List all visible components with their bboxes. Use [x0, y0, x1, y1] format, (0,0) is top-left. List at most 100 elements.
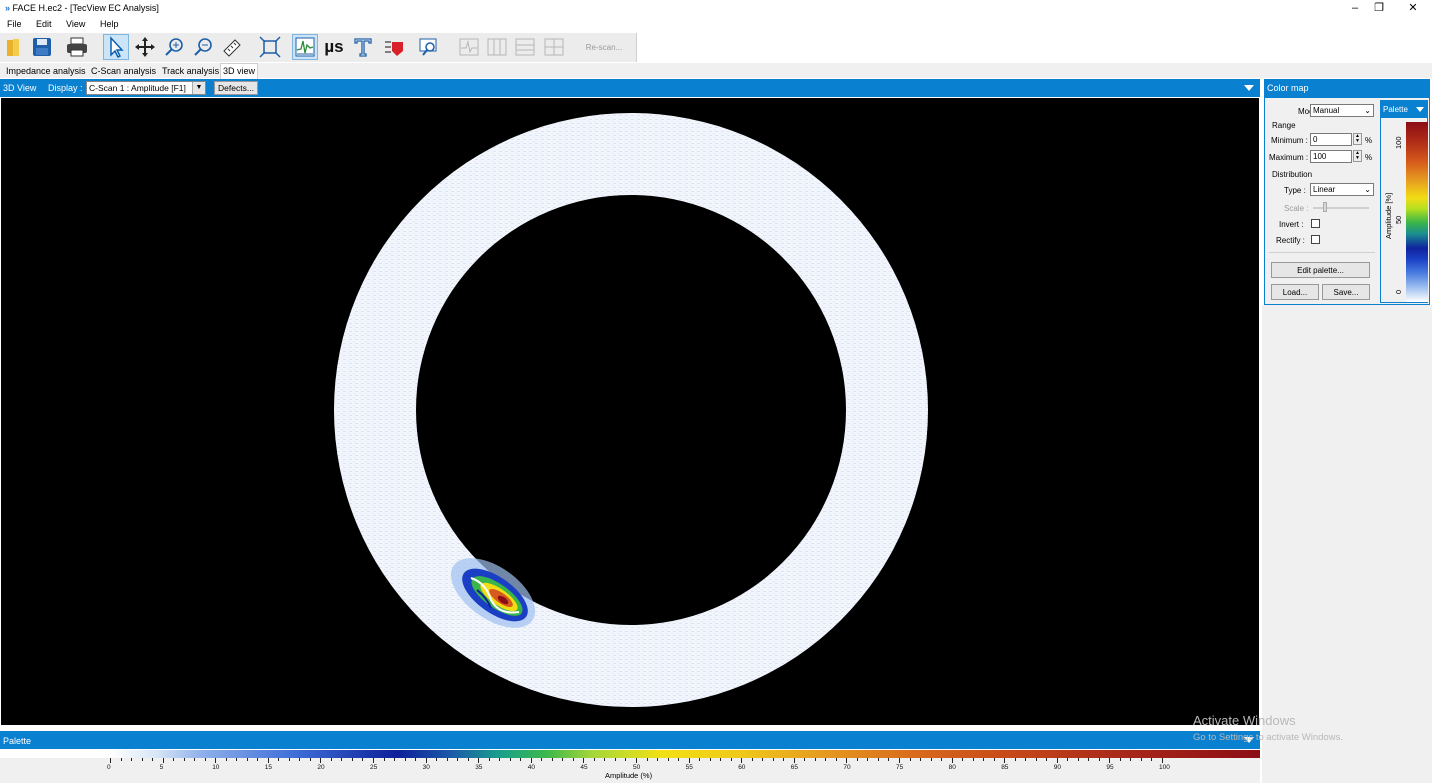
tab-track-analysis[interactable]: Track analysis: [160, 65, 221, 78]
mode-select[interactable]: Manual ⌄: [1310, 104, 1374, 117]
palette-colorbar: [1406, 122, 1428, 302]
ruler-tick: [825, 758, 827, 761]
maximum-spinner[interactable]: ▲ ▼: [1353, 150, 1362, 162]
tab-3d-view[interactable]: 3D view: [220, 63, 259, 79]
menu-view[interactable]: View: [66, 19, 85, 29]
save-disk-icon[interactable]: [29, 34, 55, 60]
type-label: Type :: [1284, 186, 1306, 195]
ruler-tick: [920, 758, 922, 761]
ruler-tick-label: 100: [1159, 764, 1170, 771]
ruler-tick: [404, 758, 406, 761]
rectify-checkbox[interactable]: [1311, 235, 1320, 244]
amplitude-axis-label: Amplitude (%): [605, 771, 653, 780]
ruler-tick-label: 5: [159, 764, 164, 771]
maximum-label: Maximum :: [1269, 153, 1309, 162]
ruler-tick: [415, 758, 417, 761]
ruler-tick: [1130, 758, 1132, 761]
ruler-tick-label: 90: [1053, 764, 1062, 771]
ruler-tick: [909, 758, 911, 761]
channel-layout-3-icon[interactable]: [512, 34, 538, 60]
view-menu-dropdown-icon[interactable]: [1244, 85, 1254, 91]
signal-chart-icon[interactable]: [292, 34, 318, 60]
scale-slider-track[interactable]: [1313, 207, 1369, 209]
ruler-tick: [814, 758, 816, 761]
defect-marker-icon[interactable]: [381, 34, 407, 60]
microseconds-units-button[interactable]: µs: [321, 34, 347, 60]
bottom-palette-title: Palette: [3, 736, 32, 746]
palette-top-label: 100: [1394, 136, 1403, 149]
zoom-in-icon[interactable]: [161, 34, 187, 60]
load-button[interactable]: Load...: [1271, 284, 1319, 300]
invert-checkbox[interactable]: [1311, 219, 1320, 228]
ruler-tick-label: 35: [475, 764, 483, 771]
ruler-tick: [962, 758, 964, 761]
ruler-tick: [1046, 758, 1048, 761]
ruler-tick: [1077, 758, 1079, 761]
save-button[interactable]: Save...: [1322, 284, 1370, 300]
chevron-down-icon: ⌄: [1364, 106, 1371, 115]
colormap-header: Color map: [1264, 79, 1430, 97]
fit-to-view-icon[interactable]: [257, 34, 283, 60]
edit-palette-button[interactable]: Edit palette...: [1271, 262, 1370, 278]
ruler-tick: [636, 758, 637, 763]
ruler-tick-label: 20: [317, 764, 325, 771]
display-label: Display :: [48, 83, 83, 93]
palette-tab[interactable]: Palette: [1381, 101, 1427, 118]
report-preview-icon[interactable]: [416, 34, 442, 60]
ruler-tick-label: 0: [107, 764, 111, 771]
ruler-tick: [520, 758, 522, 761]
close-button[interactable]: ✕: [1396, 0, 1430, 16]
ruler-tick: [625, 758, 627, 761]
restore-button[interactable]: ❐: [1362, 0, 1396, 16]
ruler-tick: [499, 758, 501, 761]
ruler-tick: [646, 758, 648, 761]
pan-move-icon[interactable]: [132, 34, 158, 60]
ruler-tick-label: 80: [948, 764, 956, 771]
ruler-tick: [1056, 758, 1058, 763]
tab-bar: Impedance analysis C-Scan analysis Track…: [0, 63, 1432, 79]
palette-strip-left: [0, 750, 110, 758]
minimum-input[interactable]: 0: [1310, 133, 1352, 146]
ruler-tick: [383, 758, 385, 761]
printer-icon[interactable]: [64, 34, 90, 60]
text-annotation-icon[interactable]: [350, 34, 376, 60]
type-select[interactable]: Linear ⌄: [1310, 183, 1374, 196]
ruler-tick: [141, 758, 143, 761]
ruler-tick: [667, 758, 669, 761]
zoom-out-icon[interactable]: [190, 34, 216, 60]
palette-dropdown-icon: [1416, 107, 1424, 112]
ruler-tick: [583, 758, 585, 763]
app-icon: »: [5, 3, 11, 13]
window-title: » FACE H.ec2 - [TecView EC Analysis]: [5, 3, 159, 13]
ruler-tick: [152, 758, 154, 761]
ruler-tick: [1067, 758, 1069, 761]
minimum-spinner[interactable]: ▲ ▼: [1353, 133, 1362, 145]
display-select[interactable]: C-Scan 1 : Amplitude [F1] ▼: [86, 81, 206, 95]
side-empty-area: [1262, 305, 1432, 783]
menu-file[interactable]: File: [7, 19, 22, 29]
palette-axis-label: Amplitude [%]: [1384, 192, 1393, 239]
open-folder-icon[interactable]: [2, 34, 28, 60]
channel-layout-4-icon[interactable]: [541, 34, 567, 60]
rescan-button[interactable]: Re-scan...: [576, 39, 632, 57]
maximum-input[interactable]: 100: [1310, 150, 1352, 163]
channel-layout-1-icon[interactable]: [456, 34, 482, 60]
3d-view-canvas[interactable]: [1, 98, 1259, 725]
menu-edit[interactable]: Edit: [36, 19, 52, 29]
defects-button[interactable]: Defects...: [214, 81, 258, 95]
ruler-tick: [530, 758, 532, 763]
menu-help[interactable]: Help: [100, 19, 119, 29]
ruler-tick: [856, 758, 858, 761]
bottom-palette-colorbar: [110, 750, 1260, 758]
ruler-tick: [941, 758, 943, 761]
ruler-tick: [509, 758, 511, 761]
select-cursor-icon[interactable]: [103, 34, 129, 60]
scale-slider-handle[interactable]: [1323, 202, 1327, 212]
tab-impedance-analysis[interactable]: Impedance analysis: [4, 65, 88, 78]
channel-layout-2-icon[interactable]: [484, 34, 510, 60]
ruler-tick: [562, 758, 564, 761]
ruler-measure-icon[interactable]: [219, 34, 245, 60]
tab-cscan-analysis[interactable]: C-Scan analysis: [89, 65, 158, 78]
ruler-tick: [394, 758, 396, 761]
ruler-tick: [1088, 758, 1090, 761]
